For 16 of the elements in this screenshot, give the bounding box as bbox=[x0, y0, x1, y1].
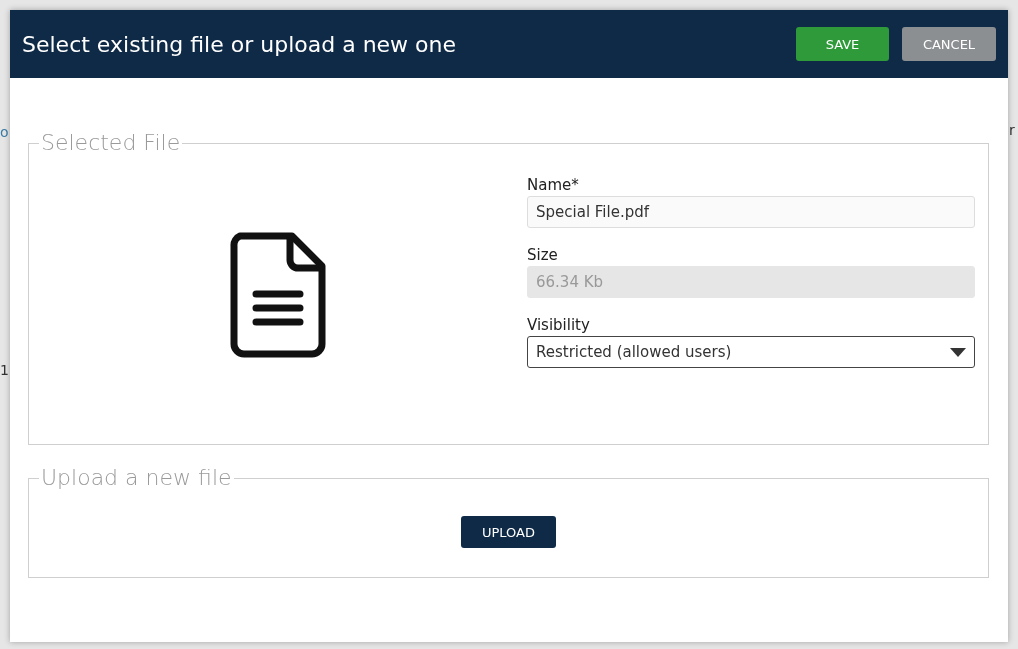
upload-button[interactable]: UPLOAD bbox=[461, 516, 556, 548]
background-link[interactable]: o bbox=[0, 124, 9, 140]
section-legend: Selected File bbox=[39, 130, 183, 156]
dropdown-field[interactable]: Restricted (allowed users) bbox=[527, 336, 975, 368]
input-field[interactable]: Special File.pdf bbox=[527, 196, 975, 228]
cancel-button[interactable]: CANCEL bbox=[902, 27, 996, 61]
field-label: Size bbox=[527, 246, 559, 264]
field-label: Name* bbox=[527, 176, 580, 194]
section-legend: Upload a new file bbox=[39, 465, 234, 491]
document-icon bbox=[230, 232, 326, 358]
field-label: Visibility bbox=[527, 316, 591, 334]
dialog-title: Select existing file or upload a new one bbox=[22, 31, 457, 57]
caret-icon bbox=[950, 347, 966, 357]
save-button[interactable]: SAVE bbox=[796, 27, 889, 61]
background-text: 1 bbox=[0, 362, 9, 378]
background-text: r bbox=[1009, 122, 1015, 138]
